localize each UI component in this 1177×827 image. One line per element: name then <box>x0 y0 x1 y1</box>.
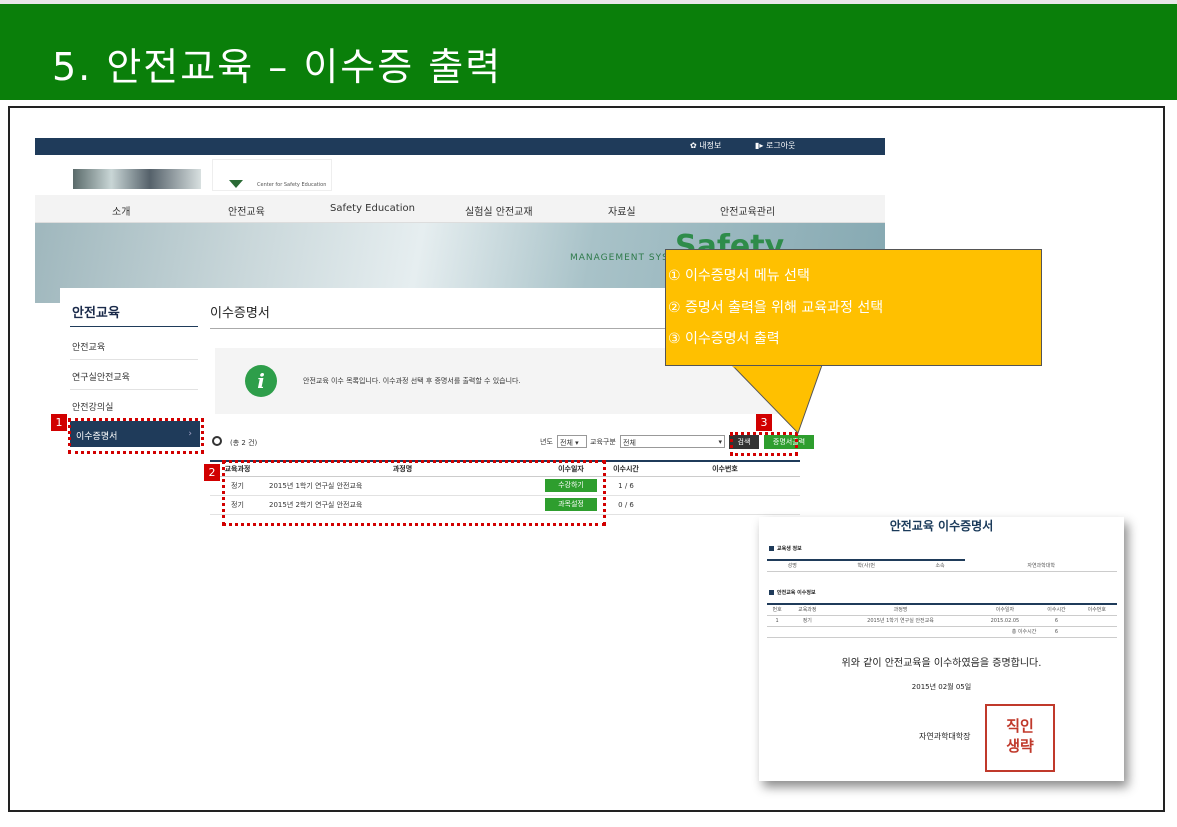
cell-hours: 0 / 6 <box>602 495 650 515</box>
certificate-signer: 자연과학대학장 <box>919 732 971 741</box>
sidebar-separator <box>70 389 198 390</box>
instruction-callout: ① 이수증명서 메뉴 선택 ② 증명서 출력을 위해 교육과정 선택 ③ 이수증… <box>665 249 1042 366</box>
cell-number <box>650 495 800 515</box>
header-image <box>73 169 201 189</box>
highlight-1 <box>68 418 204 454</box>
slide: 5. 안전교육 – 이수증 출력 ✿ 내정보 ▮▸ 로그아웃 Center fo… <box>0 0 1177 827</box>
nav-item-archive[interactable]: 자료실 <box>608 203 636 218</box>
official-stamp: 직인 생략 <box>985 704 1055 772</box>
myinfo-link[interactable]: ✿ 내정보 <box>690 140 721 151</box>
cert-cell: 6 <box>1036 615 1077 627</box>
label-id: 학(사)번 <box>817 559 915 572</box>
callout-step-2: ② 증명서 출력을 위해 교육과정 선택 <box>668 300 884 316</box>
highlight-3 <box>730 432 798 456</box>
completion-table: 번호 교육과정 과정명 이수일자 이수시간 이수번호 1 정기 2015년 1학… <box>767 603 1117 638</box>
logo-mark-icon <box>229 180 243 188</box>
search-icon <box>212 436 222 446</box>
col-header-hours: 이수시간 <box>602 460 650 477</box>
square-bullet-icon <box>769 590 774 595</box>
stamp-line-2: 생략 <box>1006 737 1034 755</box>
utility-bar: ✿ 내정보 ▮▸ 로그아웃 <box>35 138 885 155</box>
callout-tail <box>731 365 823 434</box>
cert-total-row: 총 이수시간 6 <box>767 626 1117 638</box>
sidebar-separator <box>70 359 198 360</box>
highlight-2 <box>222 460 606 526</box>
label-name: 성명 <box>767 559 818 572</box>
callout-step-1: ① 이수증명서 메뉴 선택 <box>668 268 810 284</box>
sidebar-item-safety-edu[interactable]: 안전교육 <box>72 340 105 353</box>
main-nav: 소개 안전교육 Safety Education 실험실 안전교재 자료실 안전… <box>35 195 885 223</box>
total-hours-label: 총 이수시간 <box>767 626 1037 638</box>
page-title: 이수증명서 <box>210 306 270 321</box>
nav-item-lab-textbook[interactable]: 실험실 안전교재 <box>465 203 533 218</box>
site-logo[interactable]: Center for Safety Education <box>212 159 332 191</box>
nav-item-safety-education-en[interactable]: Safety Education <box>330 203 415 214</box>
nav-item-intro[interactable]: 소개 <box>112 203 130 218</box>
cert-cell: 2015.02.05 <box>973 615 1037 627</box>
logout-link[interactable]: ▮▸ 로그아웃 <box>755 140 795 151</box>
sidebar-divider <box>70 326 198 327</box>
section-student-info: 교육생 정보 <box>769 545 802 552</box>
cert-cell <box>1076 615 1117 627</box>
type-label: 교육구분 <box>590 438 616 446</box>
year-select[interactable]: 전체 ▾ <box>557 435 587 448</box>
cert-col-name: 과정명 <box>827 603 974 616</box>
value-dept: 자연과학대학 <box>965 560 1117 572</box>
section-completion-info: 안전교육 이수정보 <box>769 589 816 596</box>
square-bullet-icon <box>769 546 774 551</box>
stamp-line-1: 직인 <box>1006 717 1034 735</box>
col-header-number: 이수번호 <box>650 460 800 477</box>
certificate-preview: 안전교육 이수증명서 교육생 정보 성명 학(사)번 소속 자연과학대학 안전교… <box>759 517 1124 781</box>
nav-item-edu-admin[interactable]: 안전교육관리 <box>720 203 775 218</box>
total-hours-value: 6 <box>1036 626 1077 638</box>
student-info-table: 성명 학(사)번 소속 자연과학대학 <box>767 559 1117 572</box>
logo-row: Center for Safety Education <box>35 155 885 195</box>
banner-mgmt-text: MANAGEMENT SYST <box>570 253 676 263</box>
cert-col-date: 이수일자 <box>973 603 1037 616</box>
cert-cell <box>1076 626 1117 638</box>
sidebar-title: 안전교육 <box>72 306 120 321</box>
search-row: (총 2 건) 년도 전체 ▾ 교육구분 전체 ▾ 검색 증명서출력 <box>210 434 814 452</box>
cert-cell: 2015년 1학기 연구실 안전교육 <box>827 615 974 627</box>
sidebar-item-lecture-room[interactable]: 안전강의실 <box>72 400 113 413</box>
year-label: 년도 <box>540 438 553 446</box>
slide-title-bar: 5. 안전교육 – 이수증 출력 <box>0 0 1177 100</box>
cert-cell: 1 <box>767 615 788 627</box>
cert-col-no: 번호 <box>767 603 788 616</box>
cert-col-number: 이수번호 <box>1076 603 1117 616</box>
certificate-title: 안전교육 이수증명서 <box>889 519 994 533</box>
certificate-date: 2015년 02월 05일 <box>911 683 972 691</box>
marker-1: 1 <box>51 414 67 431</box>
nav-item-safety-edu[interactable]: 안전교육 <box>228 203 265 218</box>
info-text: 안전교육 이수 목록입니다. 이수과정 선택 후 증명서를 출력할 수 있습니다… <box>303 377 521 385</box>
callout-step-3: ③ 이수증명서 출력 <box>668 331 780 347</box>
info-icon: i <box>245 365 277 397</box>
cert-cell: 정기 <box>787 615 828 627</box>
result-count: (총 2 건) <box>230 439 258 447</box>
cell-number <box>650 476 800 496</box>
logo-subtitle: Center for Safety Education <box>257 182 327 188</box>
certificate-statement: 위와 같이 안전교육을 이수하였음을 증명합니다. <box>841 658 1042 669</box>
cell-hours: 1 / 6 <box>602 476 650 496</box>
sidebar-item-lab-safety[interactable]: 연구실안전교육 <box>72 370 130 383</box>
chevron-down-icon: ▾ <box>718 438 722 446</box>
cert-col-type: 교육과정 <box>787 603 828 616</box>
cert-row: 1 정기 2015년 1학기 연구실 안전교육 2015.02.05 6 <box>767 615 1117 627</box>
marker-2: 2 <box>204 464 220 481</box>
slide-title: 5. 안전교육 – 이수증 출력 <box>52 45 503 89</box>
cert-col-hours: 이수시간 <box>1036 603 1077 616</box>
type-select[interactable]: 전체 ▾ <box>620 435 725 448</box>
label-dept: 소속 <box>914 559 966 572</box>
